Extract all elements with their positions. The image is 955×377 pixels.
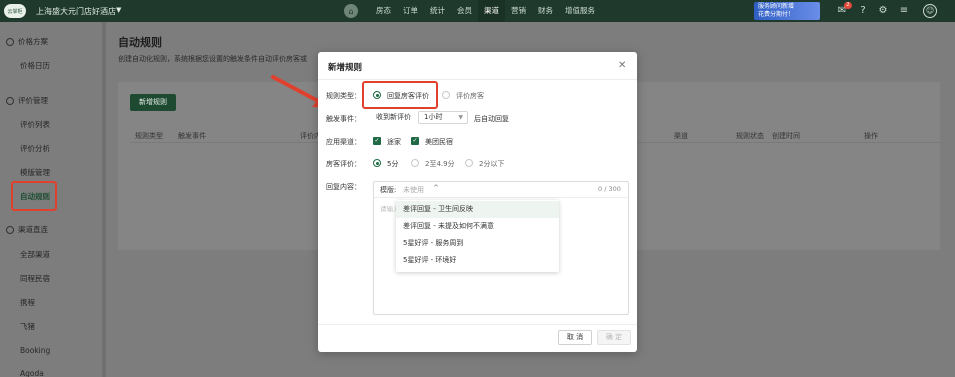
add-rule-button[interactable]: 新增规则 [130, 94, 176, 111]
confirm-button[interactable]: 确 定 [597, 330, 631, 345]
nav-item-orders[interactable]: 订单 [397, 0, 424, 22]
promo-banner[interactable]: 服务顾问新增 花费分期付！ [754, 2, 820, 20]
annotation-highlight-rule-type [362, 81, 438, 109]
sidebar-item-review-analysis[interactable]: 评价分析 [20, 143, 50, 154]
price-icon [6, 37, 14, 46]
channel-checkbox-meituan[interactable]: ✓ [411, 137, 419, 145]
nav-item-members[interactable]: 会员 [451, 0, 478, 22]
rating-option-below2[interactable]: 2分以下 [479, 159, 504, 169]
menu-icon[interactable]: ≡ [898, 5, 910, 17]
channel-checkbox-tujia[interactable]: ✓ [373, 137, 381, 145]
main-nav: 房态 订单 统计 会员 渠道 营销 财务 增值服务 [370, 0, 601, 22]
chevron-up-icon[interactable]: ^ [433, 184, 439, 192]
sidebar-group-channel[interactable]: 渠道直连 [6, 224, 48, 235]
chevron-down-icon: ▼ [458, 114, 463, 121]
channel-option-meituan[interactable]: 美团民宿 [425, 137, 453, 147]
sidebar-item-ctrip[interactable]: 携程 [20, 297, 35, 308]
column-header: 规则类型 [135, 132, 163, 140]
close-icon[interactable]: ✕ [618, 60, 626, 71]
promo-line-1: 服务顾问新增 [758, 3, 795, 10]
trigger-delay-select[interactable]: 1小时 ▼ [418, 111, 468, 124]
message-count-badge: 2 [844, 2, 852, 9]
column-header: 规则状态 [736, 132, 764, 140]
rule-type-radio-review[interactable] [442, 91, 450, 99]
hotel-name[interactable]: 上海盛大元门店好酒店 [36, 6, 116, 17]
nav-item-finance[interactable]: 财务 [532, 0, 559, 22]
sidebar-item-fliggy[interactable]: 飞猪 [20, 321, 35, 332]
dialog-header-divider [318, 79, 637, 80]
nav-item-marketing[interactable]: 营销 [505, 0, 532, 22]
column-header: 操作 [864, 132, 878, 140]
sidebar-item-price-calendar[interactable]: 价格日历 [20, 60, 50, 71]
help-icon[interactable]: ? [857, 5, 869, 17]
review-icon [6, 96, 14, 105]
page-description: 创建自动化规则，系统根据您设置的触发条件自动评价房客或 [118, 55, 307, 63]
rating-option-5[interactable]: 5分 [387, 159, 398, 169]
template-label: 模版: [380, 186, 397, 194]
editor-toolbar: 模版: 未使用 ^ 0 / 300 [374, 182, 628, 198]
rating-radio-5[interactable] [373, 159, 381, 167]
sidebar-item-template-manage[interactable]: 模版管理 [20, 167, 50, 178]
sidebar-item-tongcheng[interactable]: 同程民宿 [20, 273, 50, 284]
rating-label: 房客评价： [326, 160, 361, 168]
rule-type-option-review[interactable]: 评价房客 [456, 91, 484, 101]
dialog-footer-divider [318, 324, 637, 325]
trigger-event-select[interactable]: 收到新评价 [370, 111, 418, 124]
sidebar-group-price[interactable]: 价格方案 [6, 36, 48, 47]
nav-item-roomstatus[interactable]: 房态 [370, 0, 397, 22]
page-title: 自动规则 [118, 36, 162, 49]
sidebar-group-review[interactable]: 评价管理 [6, 95, 48, 106]
template-select[interactable]: 未使用 [403, 185, 424, 195]
home-icon[interactable]: ⌂ [344, 4, 358, 18]
column-header: 渠道 [674, 132, 688, 140]
content-label: 回复内容： [326, 183, 361, 191]
nav-item-valueadded[interactable]: 增值服务 [559, 0, 601, 22]
top-bar: 云掌柜 上海盛大元门店好酒店 ▼ ⌂ 房态 订单 统计 会员 渠道 营销 财务 … [0, 0, 955, 22]
rating-radio-below2[interactable] [465, 159, 473, 167]
column-header: 触发事件 [178, 132, 206, 140]
nav-item-stats[interactable]: 统计 [424, 0, 451, 22]
channel-option-tujia[interactable]: 途家 [387, 137, 401, 147]
sidebar-item-booking[interactable]: Booking [20, 346, 50, 355]
chevron-down-icon[interactable]: ▼ [116, 6, 121, 14]
nav-item-channels[interactable]: 渠道 [478, 0, 505, 22]
template-option[interactable]: 差评回复 - 未提及如何不满意 [396, 218, 559, 235]
promo-line-2: 花费分期付！ [758, 11, 795, 18]
column-header: 创建时间 [772, 132, 800, 140]
cancel-button[interactable]: 取 消 [558, 330, 592, 345]
avatar[interactable]: ☺ [923, 4, 937, 18]
char-count: 0 / 300 [598, 185, 621, 193]
sidebar-item-agoda[interactable]: Agoda [20, 369, 44, 377]
channel-icon [6, 225, 14, 234]
sidebar-item-all-channels[interactable]: 全部渠道 [20, 249, 50, 260]
rating-option-2to4[interactable]: 2至4.9分 [425, 159, 455, 169]
gear-icon[interactable]: ⚙ [877, 5, 889, 17]
channel-label: 应用渠道： [326, 138, 361, 146]
template-option[interactable]: 差评回复 - 卫生间反映 [396, 201, 559, 218]
app-logo: 云掌柜 [4, 4, 26, 18]
template-option[interactable]: 5星好评 - 环境好 [396, 252, 559, 269]
dialog-title: 新增规则 [328, 63, 363, 73]
rating-radio-2to4[interactable] [411, 159, 419, 167]
template-dropdown: 差评回复 - 卫生间反映 差评回复 - 未提及如何不满意 5星好评 - 服务周到… [396, 200, 559, 272]
annotation-highlight-sidebar [11, 181, 57, 211]
trigger-label: 触发事件： [326, 115, 361, 123]
template-option[interactable]: 5星好评 - 服务周到 [396, 235, 559, 252]
trigger-suffix: 后自动回复 [474, 115, 509, 123]
sidebar-item-review-list[interactable]: 评价列表 [20, 119, 50, 130]
rule-type-label: 规则类型： [326, 92, 361, 100]
